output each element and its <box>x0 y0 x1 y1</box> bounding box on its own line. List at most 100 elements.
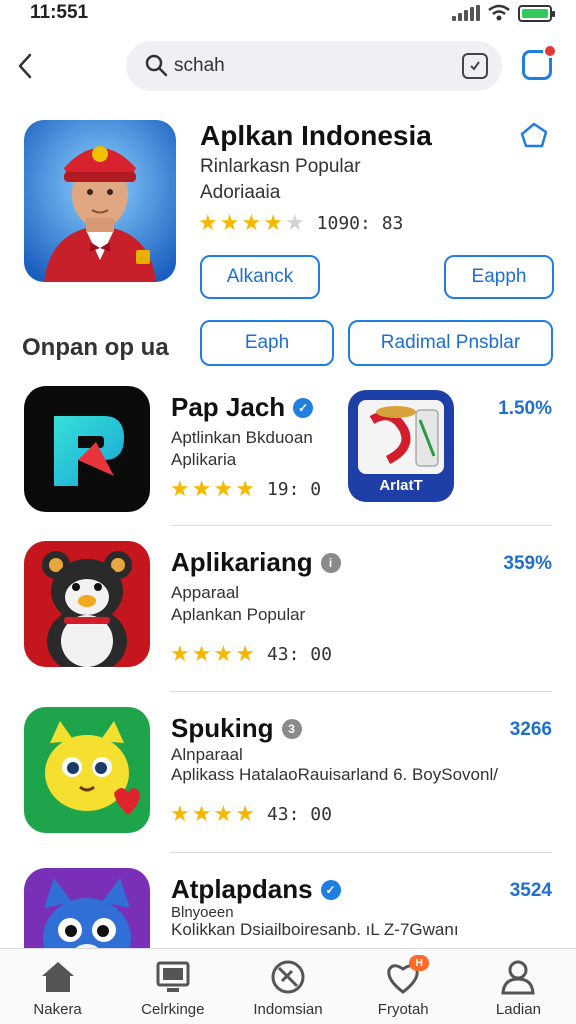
app-category: Aplikaria <box>171 450 237 469</box>
app-developer: Apparaal <box>171 583 240 602</box>
profile-icon <box>500 959 536 995</box>
search-scan-button[interactable] <box>462 53 488 79</box>
featured-get-button[interactable]: Eapph <box>444 255 554 299</box>
battery-icon <box>518 4 555 22</box>
heart-icon: H <box>385 955 430 995</box>
penguin-bear-icon <box>42 551 132 667</box>
nav-item-tv[interactable]: Celrkinge <box>115 949 230 1024</box>
featured-app: Aplkan Indonesia Rinlarkasn Popular Ador… <box>0 112 576 312</box>
app-list-item[interactable]: Spuking 3 Alnparaal Aplikass HatalaoRaui… <box>0 707 576 867</box>
star-icon: ★ <box>235 476 255 501</box>
app-category: Aplankan Popular <box>171 605 306 624</box>
star-icon: ★ <box>170 641 190 666</box>
status-bar: 11:551 <box>0 0 576 30</box>
section-title: Onpan op ua <box>22 334 169 361</box>
info-icon: 3 <box>281 718 302 739</box>
compass-icon <box>270 959 306 995</box>
app-percent: 3524 <box>509 880 552 901</box>
app-rating-text: 43: 00 <box>266 803 332 825</box>
app-rating-text: 43: 00 <box>266 643 332 665</box>
app-list-item[interactable]: Aplikariang i Apparaal Aplankan Popular … <box>0 541 576 701</box>
nav-label: Nakera <box>33 1001 82 1018</box>
app-icon <box>24 707 150 833</box>
app-category: Kolikkan Dsiailboiresanb. ıL Z-7Gwanı <box>171 920 459 939</box>
tv-icon <box>155 959 191 995</box>
star-icon: ★ <box>191 801 212 826</box>
app-name: Pap Jach ✓ <box>171 392 314 423</box>
yellow-cat-icon <box>45 721 140 815</box>
star-icon: ★ <box>213 476 234 501</box>
back-arrow-icon <box>18 53 32 79</box>
app-name: Atplapdans ✓ <box>171 874 341 905</box>
featured-rating-text: 1090: 83 <box>316 212 404 234</box>
nav-label: Ladian <box>495 1001 541 1018</box>
nav-item-favorites[interactable]: H Fryotah <box>346 949 461 1024</box>
divider <box>170 691 552 692</box>
featured-category: Adoriaaia <box>200 182 281 203</box>
star-icon: ★ <box>235 801 255 826</box>
app-rating: ★ ★ ★ ★ 43: 00 <box>170 643 332 665</box>
featured-title: Aplkan Indonesia <box>200 120 432 151</box>
featured-subtitle: Rinlarkasn Popular <box>200 156 361 177</box>
app-name: Aplikariang i <box>171 547 341 578</box>
search-icon <box>145 54 168 77</box>
app-preview-icon[interactable]: ArIatT <box>348 390 454 502</box>
verified-icon: ✓ <box>320 879 341 900</box>
featured-primary-button[interactable]: Alkanck <box>200 255 320 299</box>
nav-label: Celrkinge <box>141 1001 205 1018</box>
star-icon: ★ <box>170 476 190 501</box>
star-icon: ★ <box>191 476 212 501</box>
app-category: Aplikass HatalaoRauisarland 6. BoySovonl… <box>171 765 498 784</box>
signal-icon <box>452 5 480 21</box>
app-rating: ★ ★ ★ ★ 19: 0 <box>170 478 321 500</box>
search-input[interactable]: schah <box>126 41 502 91</box>
app-icon <box>24 541 150 667</box>
app-list-item[interactable]: Atplapdans ✓ Blnyoeen Kolikkan Dsiailboi… <box>0 868 576 948</box>
blue-cat-icon <box>43 878 131 948</box>
app-developer: Blnyoeen <box>171 904 234 921</box>
app-rating-text: 19: 0 <box>266 478 322 500</box>
app-rating: ★ ★ ★ ★ 43: 00 <box>170 803 332 825</box>
star-icon: ★ <box>213 641 234 666</box>
star-icon: ★ <box>219 210 240 235</box>
star-icon: ★ <box>241 210 262 235</box>
app-percent: 1.50% <box>498 398 552 419</box>
star-empty-icon: ★ <box>284 210 305 235</box>
divider <box>170 852 552 853</box>
app-percent: 3266 <box>509 719 552 740</box>
section-popular-button[interactable]: Radimal Pnsblar <box>348 320 553 366</box>
star-icon: ★ <box>198 210 218 235</box>
scan-icon <box>470 61 480 71</box>
featured-app-icon[interactable] <box>24 120 176 282</box>
app-preview-label: ArIatT <box>379 477 423 494</box>
app-icon <box>24 868 150 948</box>
star-icon: ★ <box>263 210 283 235</box>
nav-item-home[interactable]: Nakera <box>0 949 115 1024</box>
app-developer: Alnparaal <box>171 745 243 764</box>
back-button[interactable] <box>10 48 40 84</box>
verified-icon: ✓ <box>293 397 314 418</box>
app-list-item[interactable]: Pap Jach ✓ Aptlinkan Bkduoan Aplikaria ★… <box>0 386 576 546</box>
star-icon: ★ <box>235 641 255 666</box>
notification-button[interactable] <box>522 44 557 80</box>
app-icon <box>24 386 150 512</box>
bottom-navigation: Nakera Celrkinge Indomsian H Fryotah Lad… <box>0 948 576 1024</box>
app-developer: Aptlinkan Bkduoan <box>171 428 313 447</box>
section-filter-button[interactable]: Eaph <box>200 320 334 366</box>
man-in-uniform-icon <box>24 120 176 282</box>
nav-label: Indomsian <box>253 1001 323 1018</box>
featured-rating: ★ ★ ★ ★ ★ 1090: 83 <box>198 212 403 234</box>
status-icons <box>452 4 555 22</box>
info-icon: i <box>320 552 341 573</box>
divider <box>170 525 552 526</box>
nav-item-profile[interactable]: Ladian <box>461 949 576 1024</box>
bookmark-icon <box>520 122 548 148</box>
app-name: Spuking 3 <box>171 713 302 744</box>
home-icon <box>40 959 76 995</box>
nav-badge: H <box>409 955 430 971</box>
star-icon: ★ <box>191 641 212 666</box>
status-time: 11:551 <box>30 2 89 23</box>
top-bar: schah <box>0 38 576 94</box>
bookmark-button[interactable] <box>518 120 550 155</box>
nav-item-compass[interactable]: Indomsian <box>230 949 345 1024</box>
